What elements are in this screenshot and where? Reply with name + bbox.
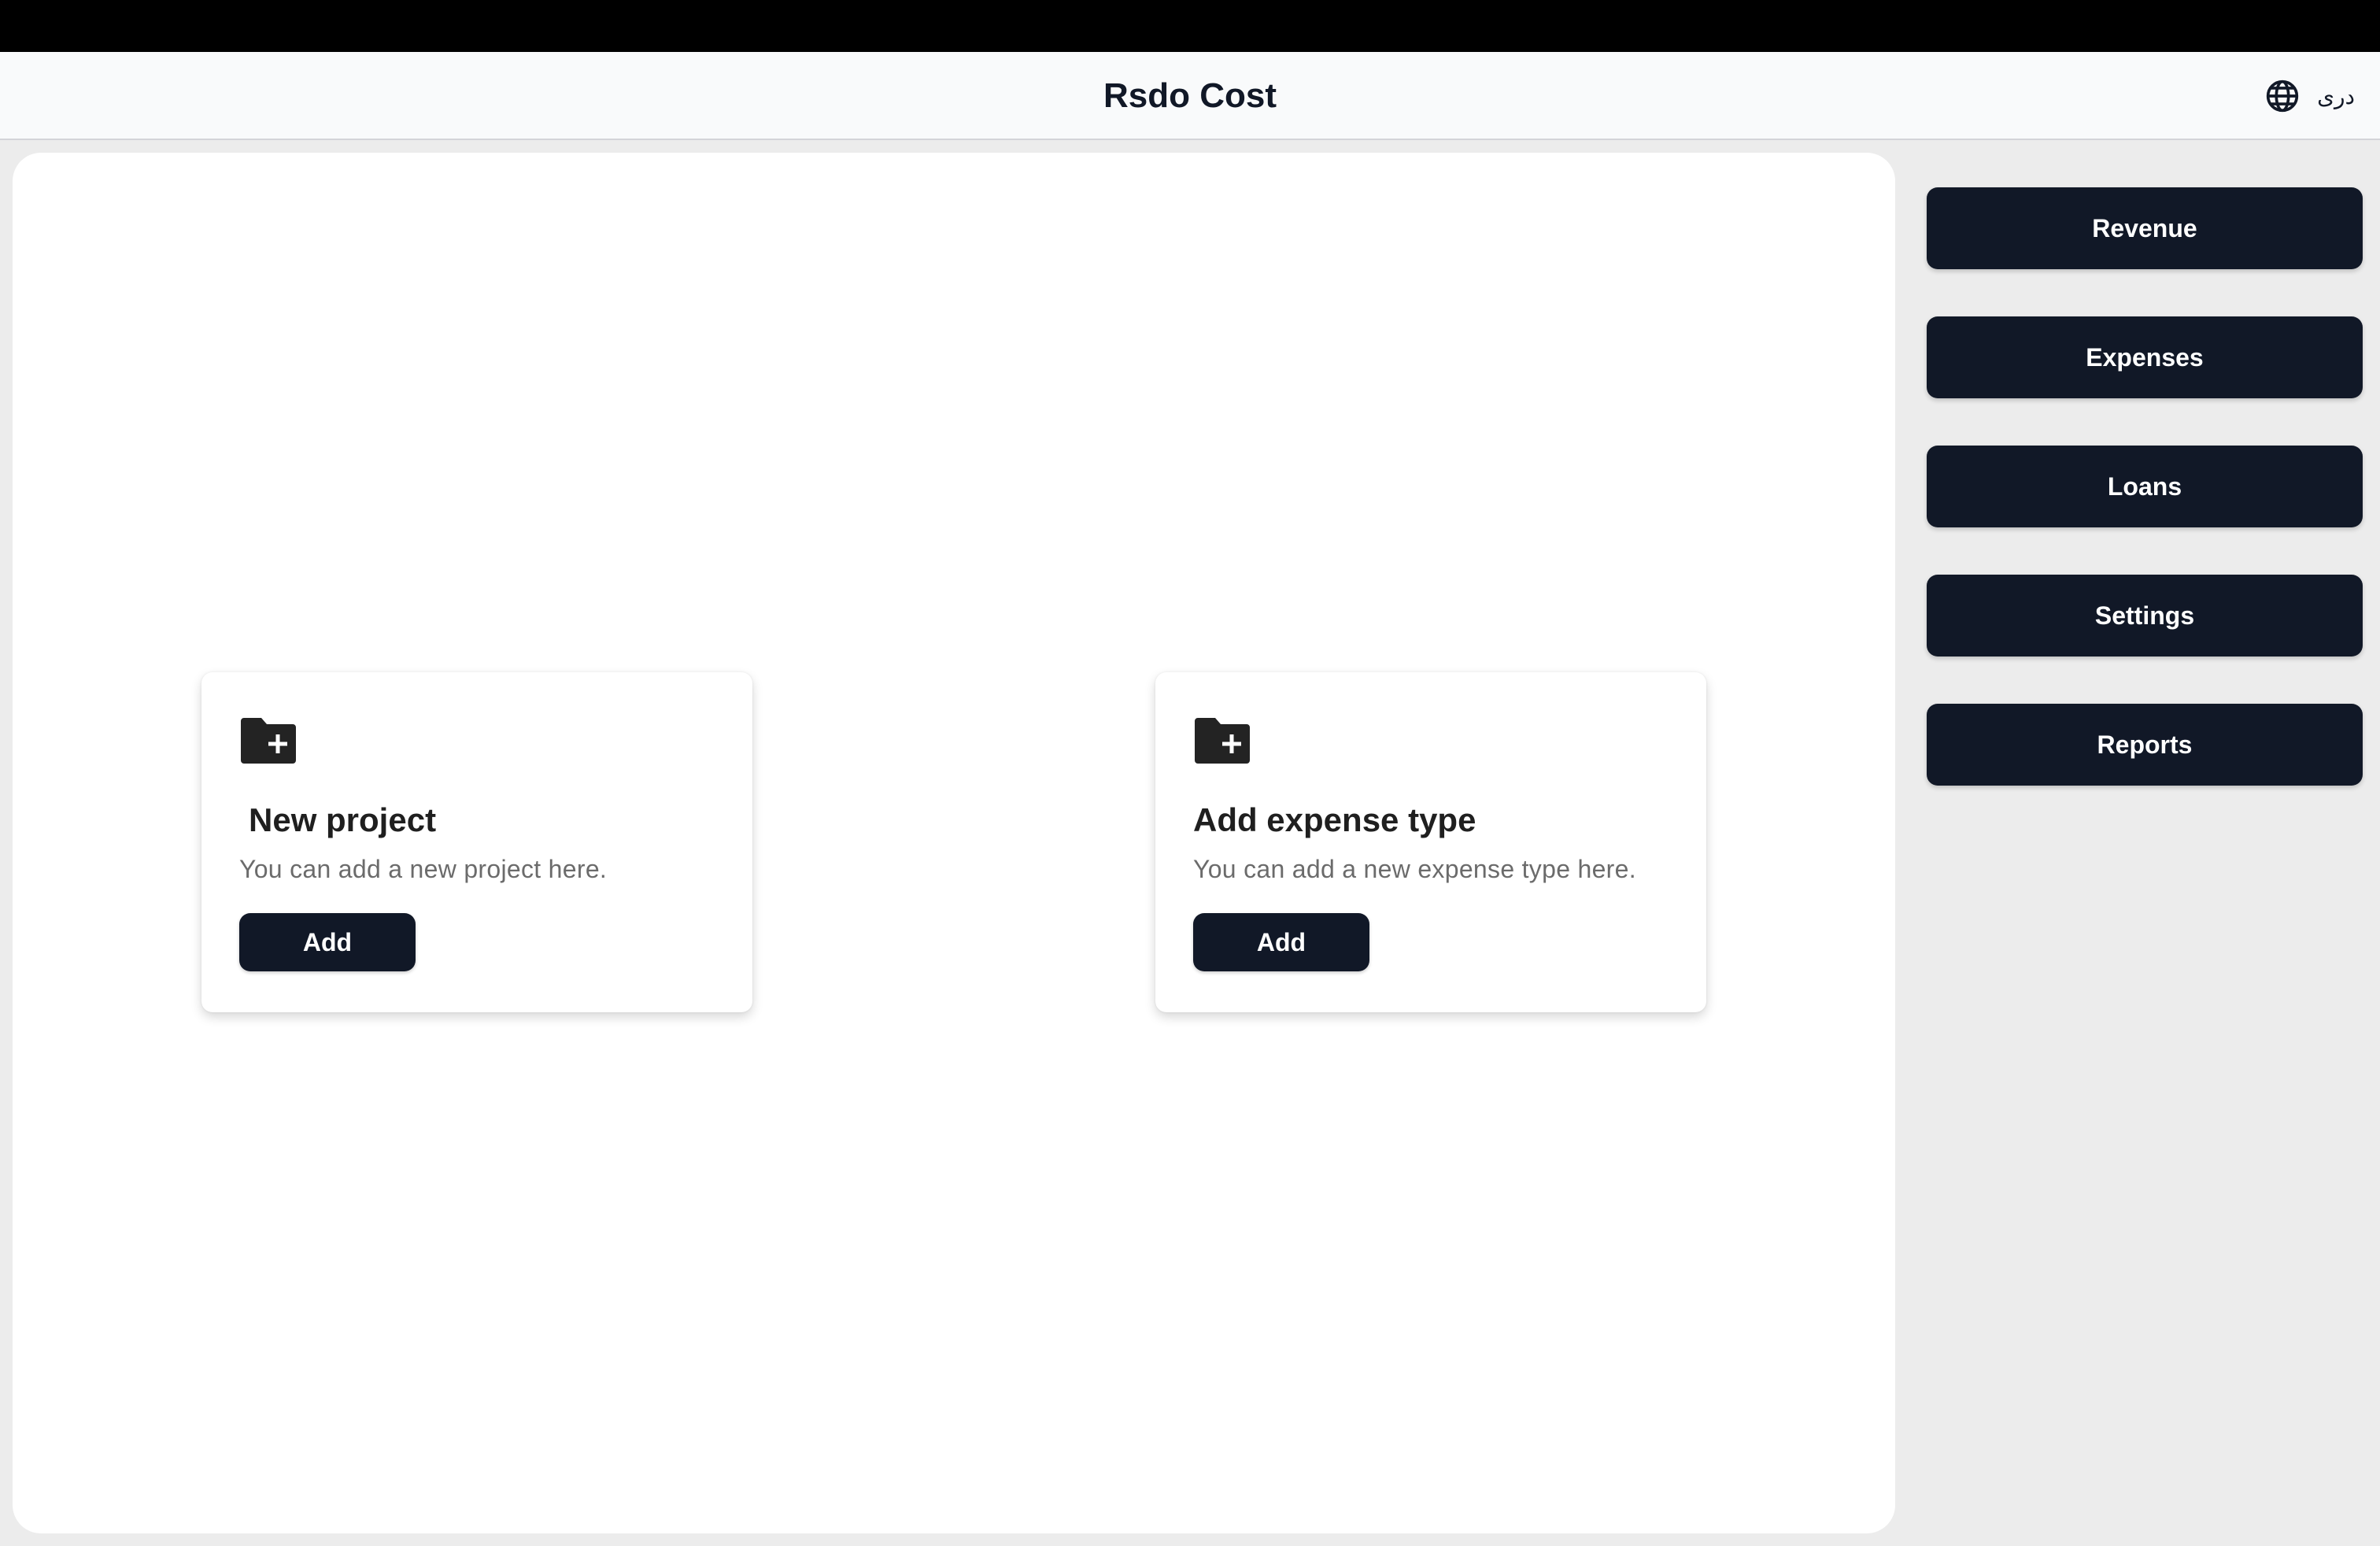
language-label: دری [2317, 83, 2355, 109]
language-switcher[interactable]: دری [2265, 76, 2355, 117]
loans-button[interactable]: Loans [1927, 446, 2363, 527]
settings-button[interactable]: Settings [1927, 575, 2363, 656]
revenue-button[interactable]: Revenue [1927, 187, 2363, 269]
add-expense-type-button[interactable]: Add [1193, 913, 1369, 971]
globe-icon [2265, 79, 2300, 113]
folder-add-icon [1195, 718, 1250, 764]
card-description: You can add a new project here. [239, 855, 608, 883]
new-project-card: New project You can add a new project he… [201, 672, 752, 1012]
system-top-bar [0, 0, 2380, 52]
app-header: Rsdo Cost دری [0, 52, 2380, 140]
card-title: New project [249, 801, 437, 838]
card-title: Add expense type [1193, 801, 1476, 838]
app-title: Rsdo Cost [1103, 76, 1277, 115]
expenses-button[interactable]: Expenses [1927, 316, 2363, 398]
sidebar-nav: Revenue Expenses Loans Settings Reports [1927, 187, 2363, 833]
folder-add-icon [241, 718, 296, 764]
app-page: Rsdo Cost دری New project You can add a … [0, 0, 2380, 1546]
reports-button[interactable]: Reports [1927, 704, 2363, 786]
add-project-button[interactable]: Add [239, 913, 416, 971]
card-description: You can add a new expense type here. [1193, 855, 1636, 883]
main-content-panel: New project You can add a new project he… [13, 153, 1895, 1533]
add-expense-type-card: Add expense type You can add a new expen… [1155, 672, 1706, 1012]
